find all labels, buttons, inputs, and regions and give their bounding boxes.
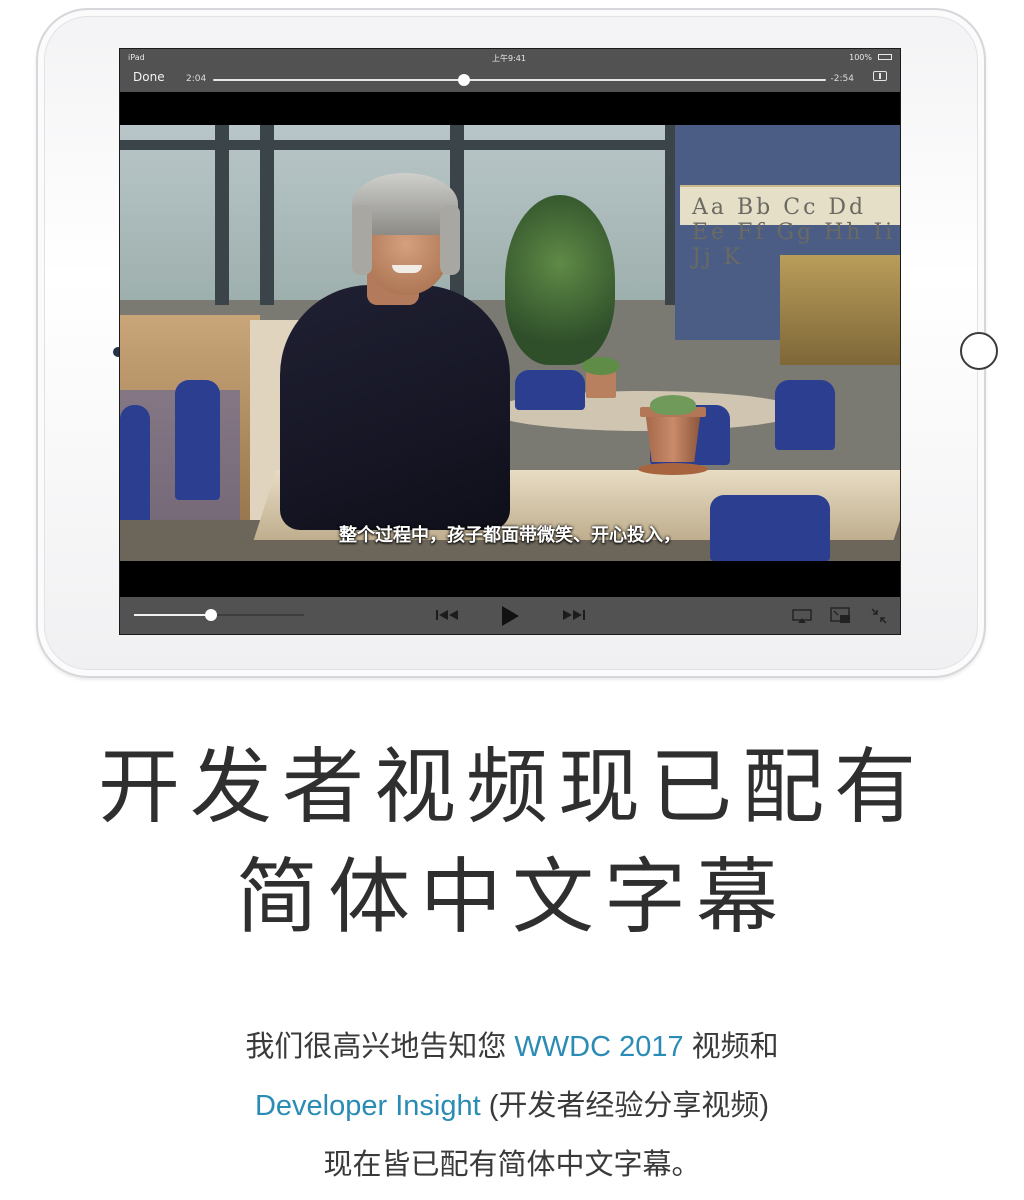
chair <box>175 380 220 500</box>
battery-icon <box>878 54 892 60</box>
succulent-pot <box>645 410 701 462</box>
plant <box>582 357 620 375</box>
time-remaining: -2:54 <box>830 74 854 84</box>
body-line-3: 现在皆已配有简体中文字幕。 <box>323 1149 701 1181</box>
picture-in-picture-icon[interactable] <box>830 607 852 624</box>
status-time: 上午9:41 <box>492 54 526 63</box>
body-line-1: 我们很高兴地告知您 WWDC 2017 视频和 <box>245 1031 779 1063</box>
headline-line-1: 开发者视频现已配有 <box>97 740 926 835</box>
pot-saucer <box>638 463 708 475</box>
succulent <box>650 395 696 415</box>
wwdc-link[interactable]: WWDC 2017 <box>514 1031 683 1063</box>
video-player: iPad 上午9:41 100% Done 2:04 -2:54 Aa Bb C… <box>119 48 901 635</box>
done-button[interactable]: Done <box>133 70 165 84</box>
video-frame[interactable]: Aa Bb Cc Dd Ee Ff Gg Hh Ii Jj K 整个过程中，孩子… <box>120 125 900 561</box>
status-bar: iPad 上午9:41 100% <box>120 49 900 65</box>
chair <box>775 380 835 450</box>
volume-slider[interactable] <box>134 609 304 621</box>
player-bottom-bar <box>120 597 900 634</box>
status-battery: 100% <box>849 53 872 62</box>
developer-insight-link[interactable]: Developer Insight <box>255 1090 481 1122</box>
airplay-icon[interactable] <box>792 609 812 624</box>
video-subtitle: 整个过程中，孩子都面带微笑、开心投入， <box>339 525 681 546</box>
aspect-ratio-icon[interactable] <box>873 71 887 81</box>
scrubber[interactable] <box>213 74 826 86</box>
play-icon[interactable] <box>500 605 520 627</box>
body-line-2: Developer Insight (开发者经验分享视频) <box>254 1090 770 1122</box>
volume-knob[interactable] <box>204 609 217 621</box>
time-elapsed: 2:04 <box>186 74 207 84</box>
person-torso <box>280 285 510 530</box>
exit-fullscreen-icon[interactable] <box>870 607 888 625</box>
skip-back-icon[interactable] <box>435 608 461 622</box>
scrubber-knob[interactable] <box>458 74 471 86</box>
bookshelf <box>780 255 900 365</box>
player-top-bar: Done 2:04 -2:54 <box>120 65 900 92</box>
headline-line-2: 简体中文字幕 <box>235 850 788 945</box>
alphabet-banner: Aa Bb Cc Dd Ee Ff Gg Hh Ii Jj K <box>680 185 900 270</box>
home-button[interactable] <box>960 332 998 370</box>
skip-forward-icon[interactable] <box>560 608 586 622</box>
status-carrier: iPad <box>128 53 145 62</box>
tree-outside <box>505 195 615 365</box>
chair <box>515 370 585 410</box>
